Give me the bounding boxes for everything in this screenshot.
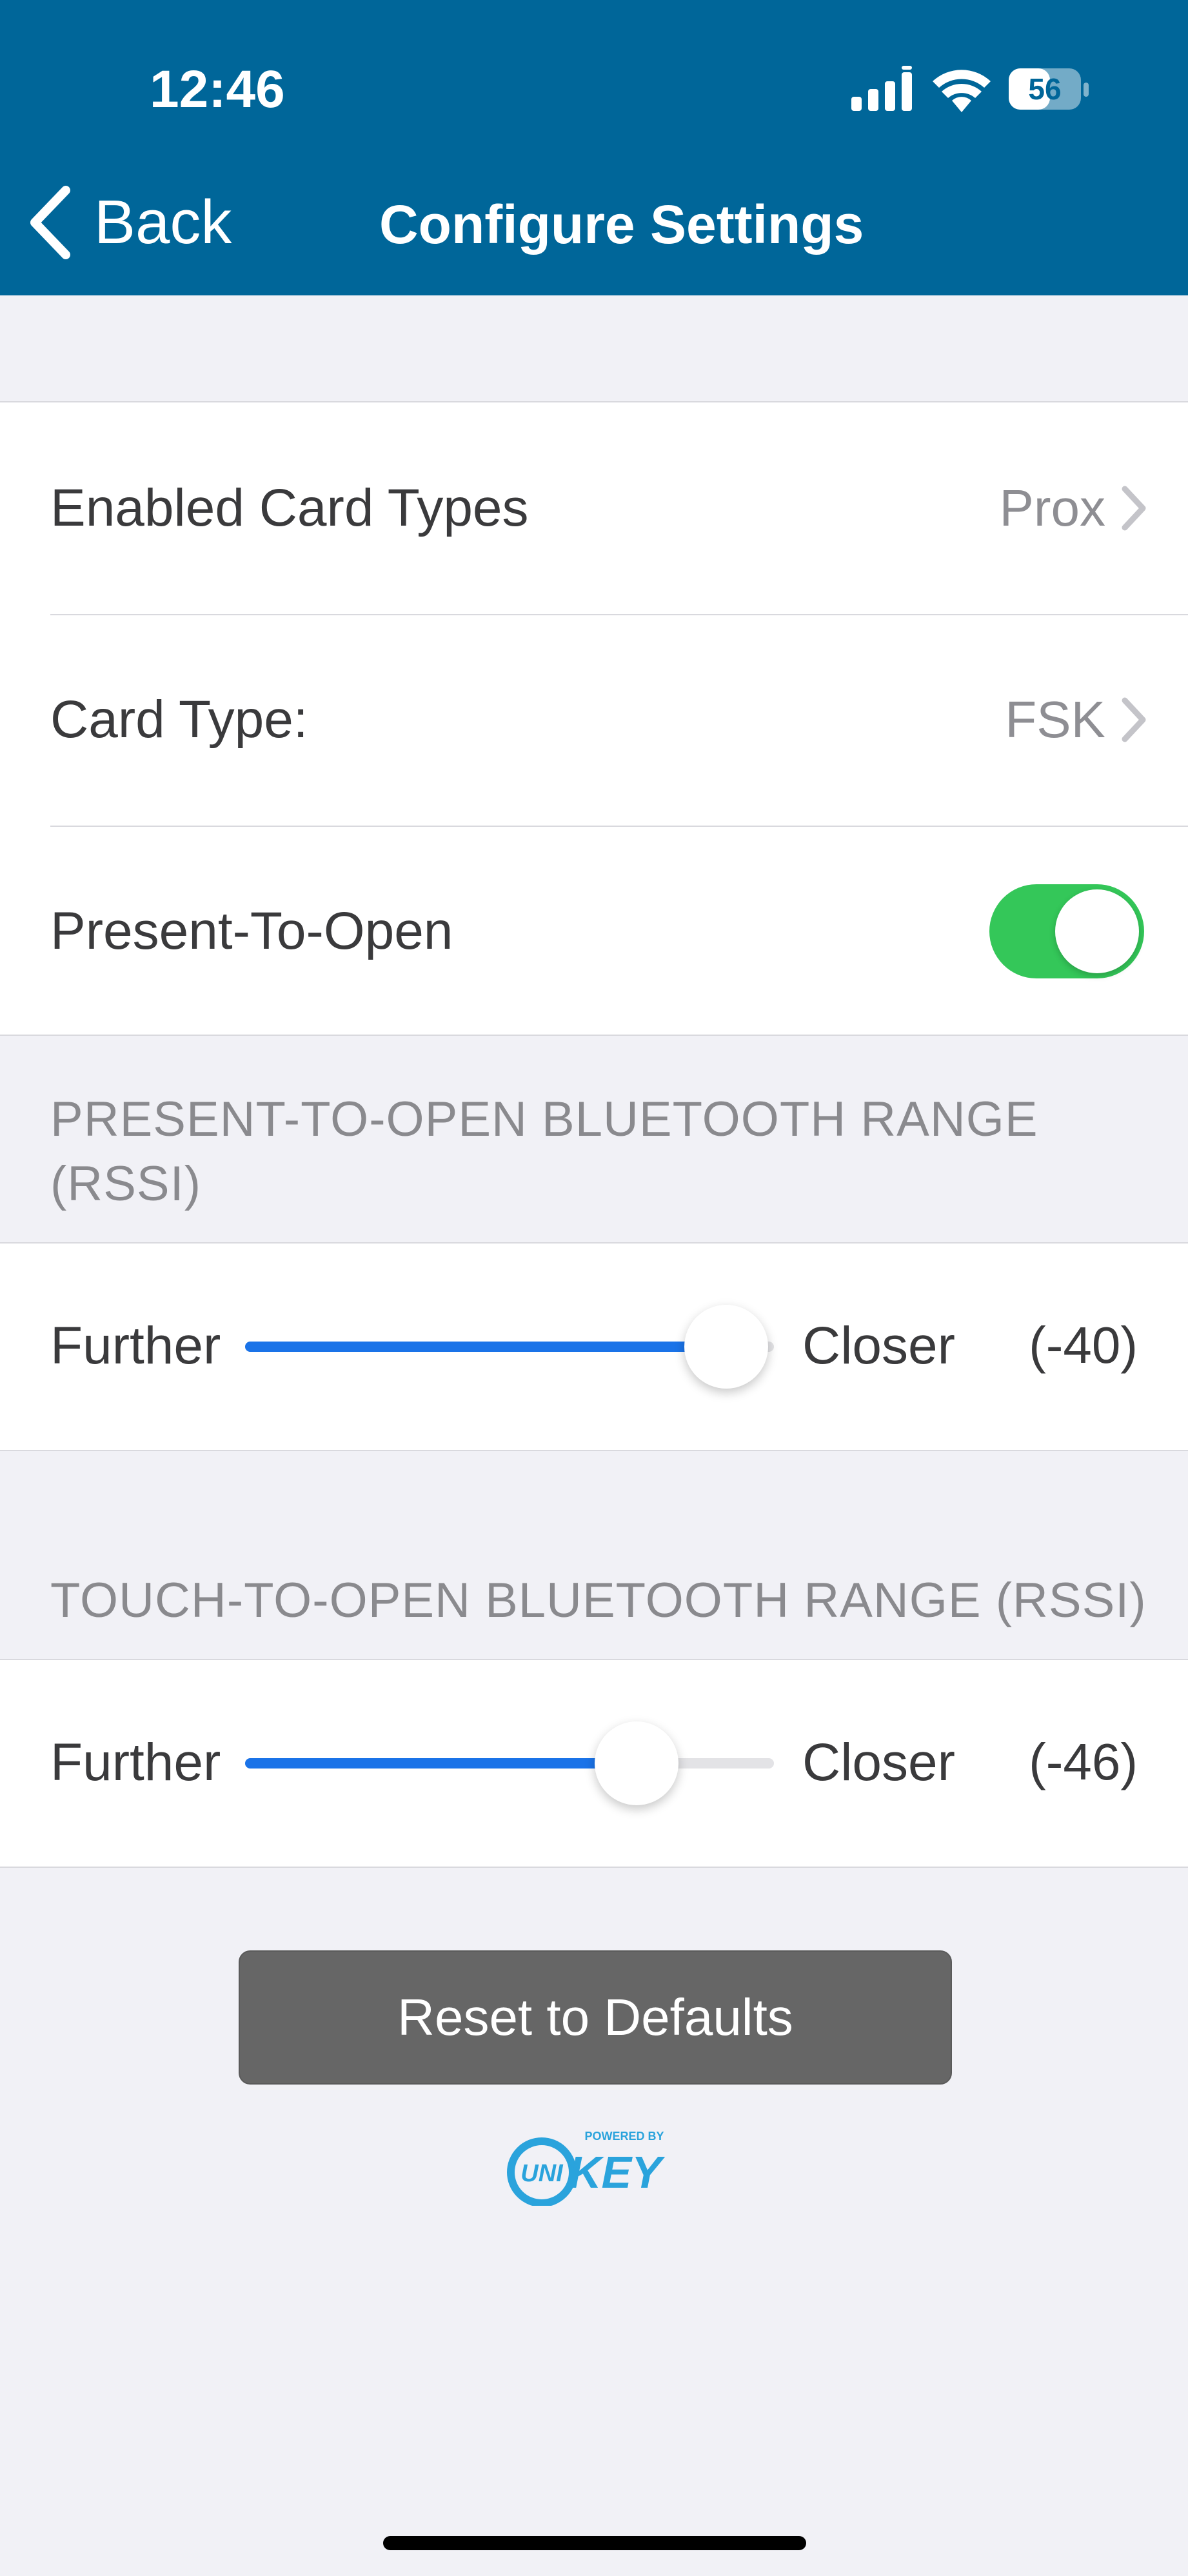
touch-range-slider-row: Further Closer (-46) [0,1660,1188,1867]
slider-thumb[interactable] [594,1721,678,1805]
back-label: Back [94,188,232,257]
present-to-open-toggle[interactable] [989,884,1144,978]
present-range-group: Further Closer (-40) [0,1242,1188,1451]
cellular-signal-icon [851,66,912,111]
slider-further-label: Further [50,1316,221,1375]
present-to-open-label: Present-To-Open [50,902,453,960]
header-bar: 12:46 56 Back Configure Settings [0,0,1188,295]
touch-range-group: Further Closer (-46) [0,1659,1188,1868]
touch-range-header: TOUCH-TO-OPEN BLUETOOTH RANGE (RSSI) [50,1573,1147,1628]
touch-range-slider[interactable] [245,1721,774,1805]
slider-value: (-40) [1029,1316,1138,1374]
card-type-value: FSK [1005,691,1105,748]
home-indicator[interactable] [383,2536,806,2550]
back-button[interactable]: Back [26,181,232,264]
slider-closer-label: Closer [802,1733,955,1792]
reset-to-defaults-button[interactable]: Reset to Defaults [239,1950,952,2085]
enabled-card-types-value: Prox [999,479,1106,537]
logo-tagline: POWERED BY [584,2130,664,2143]
present-to-open-row: Present-To-Open [50,826,1188,1037]
present-range-slider[interactable] [245,1305,774,1389]
card-type-label: Card Type: [50,690,308,749]
enabled-card-types-label: Enabled Card Types [50,479,529,537]
logo-brand-left: UNI [520,2160,564,2187]
logo-brand-right: KEY [569,2147,665,2197]
battery-icon: 56 [1009,68,1089,110]
wifi-icon [933,70,991,112]
slider-thumb[interactable] [684,1305,769,1389]
toggle-knob [1055,889,1139,973]
slider-closer-label: Closer [802,1316,955,1375]
chevron-right-icon [1117,482,1149,534]
slider-value: (-46) [1029,1733,1138,1790]
status-time: 12:46 [150,60,285,119]
chevron-right-icon [1117,694,1149,746]
status-icons: 56 [851,66,1089,112]
card-type-row[interactable]: Card Type: FSK [50,614,1188,827]
present-range-slider-row: Further Closer (-40) [0,1243,1188,1450]
chevron-left-icon [26,184,74,261]
slider-further-label: Further [50,1733,221,1792]
present-range-header: PRESENT-TO-OPEN BLUETOOTH RANGE (RSSI) [50,1092,1038,1211]
page-title: Configure Settings [379,194,864,255]
battery-level: 56 [1028,72,1061,106]
slider-fill [245,1758,637,1769]
unikey-logo: POWERED BY UNI KEY [507,2130,665,2206]
settings-group: Enabled Card Types Prox Card Type: FSK P… [0,401,1188,1036]
enabled-card-types-row[interactable]: Enabled Card Types Prox [50,402,1188,615]
slider-fill [245,1342,727,1352]
